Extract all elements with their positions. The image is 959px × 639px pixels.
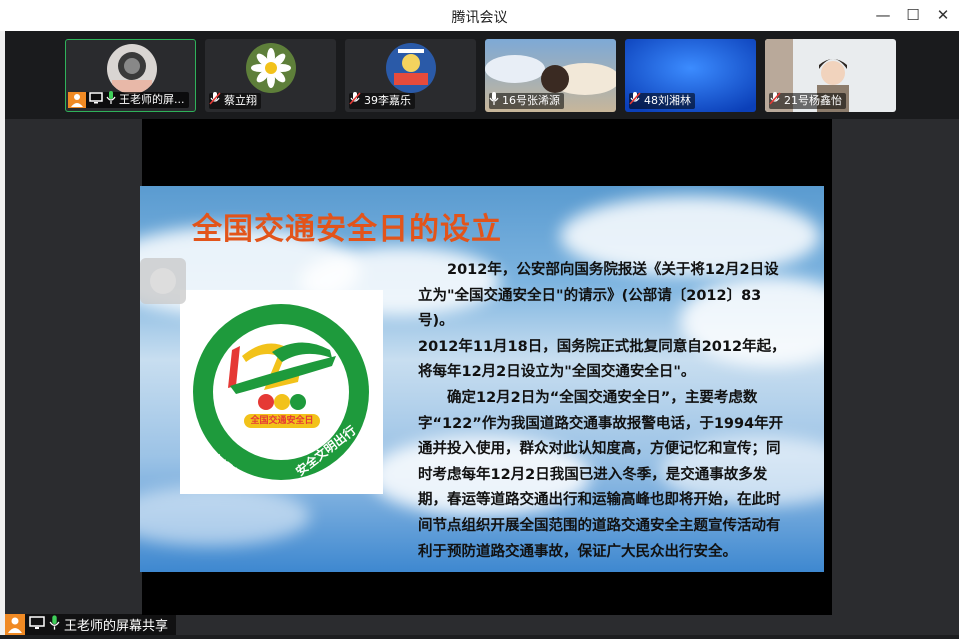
slide-paragraph: 2012年11月18日，国务院正式批复同意自2012年起，将每年12月2日设立为… [418, 338, 786, 381]
slide-paragraph: 2012年，公安部向国务院报送《关于将12月2日设立为"全国交通安全日"的请示》… [418, 262, 779, 330]
participant-tile[interactable]: 21号杨鑫怡 [765, 39, 896, 112]
participant-tile[interactable]: 蔡立翔 [205, 39, 336, 112]
participant-label: 21号杨鑫怡 [769, 92, 846, 110]
logo-inner-text: 全国交通安全日 [250, 416, 314, 426]
participant-label: 王老师的屏... [68, 91, 189, 109]
mic-icon [49, 615, 60, 634]
slide-paragraph: 确定12月2日为“全国交通安全日”，主要考虑数字“122”作为我国道路交通事故报… [418, 389, 784, 560]
share-status-label: 王老师的屏幕共享 [64, 619, 169, 634]
participant-tile[interactable]: 王老师的屏... [65, 39, 196, 112]
participant-strip: 王老师的屏... 蔡立翔 39李嘉乐 16号张浠源 48刘湘林 21号杨鑫怡 [5, 31, 959, 119]
avatar [386, 43, 436, 93]
participant-label: 蔡立翔 [209, 92, 261, 110]
participant-label: 48刘湘林 [629, 92, 695, 110]
slide-body: 2012年，公安部向国务院报送《关于将12月2日设立为"全国交通安全日"的请示》… [418, 258, 790, 565]
participant-label: 16号张浠源 [489, 92, 564, 110]
maximize-icon[interactable]: ☐ [902, 4, 924, 26]
slide-title: 全国交通安全日的设立 [192, 212, 502, 247]
participant-name: 16号张浠源 [502, 94, 560, 107]
participant-name: 39李嘉乐 [364, 94, 411, 107]
screen-share-status: 王老师的屏幕共享 [5, 614, 177, 635]
presentation-slide: 全国交通安全日的设立 全国交通安全日 遵守交通信号 安全文明出行 2012年，公… [140, 186, 824, 572]
mic-muted-icon [349, 92, 361, 110]
close-icon[interactable]: ✕ [932, 4, 954, 26]
window-title: 腾讯会议 [451, 10, 508, 26]
participant-name: 21号杨鑫怡 [784, 94, 842, 107]
participant-tile[interactable]: 39李嘉乐 [345, 39, 476, 112]
host-icon [5, 614, 25, 635]
host-icon [68, 92, 86, 108]
screen-share-icon [89, 91, 103, 109]
mic-muted-icon [209, 92, 221, 110]
traffic-safety-logo: 全国交通安全日 遵守交通信号 安全文明出行 [180, 290, 383, 494]
screen-share-icon [29, 615, 45, 634]
minimize-icon[interactable]: — [872, 4, 894, 26]
mic-muted-icon [769, 92, 781, 110]
participant-name: 蔡立翔 [224, 94, 257, 107]
mic-muted-icon [629, 92, 641, 110]
avatar [107, 44, 157, 94]
participant-tile[interactable]: 16号张浠源 [485, 39, 616, 112]
avatar [246, 43, 296, 93]
floating-control-button[interactable] [140, 258, 186, 304]
participant-label: 39李嘉乐 [349, 92, 415, 110]
participant-tile[interactable]: 48刘湘林 [625, 39, 756, 112]
mic-icon [489, 92, 499, 110]
participant-name: 王老师的屏... [119, 93, 185, 106]
participant-name: 48刘湘林 [644, 94, 691, 107]
title-bar: 腾讯会议 — ☐ ✕ [0, 0, 959, 31]
mic-icon [106, 91, 116, 109]
